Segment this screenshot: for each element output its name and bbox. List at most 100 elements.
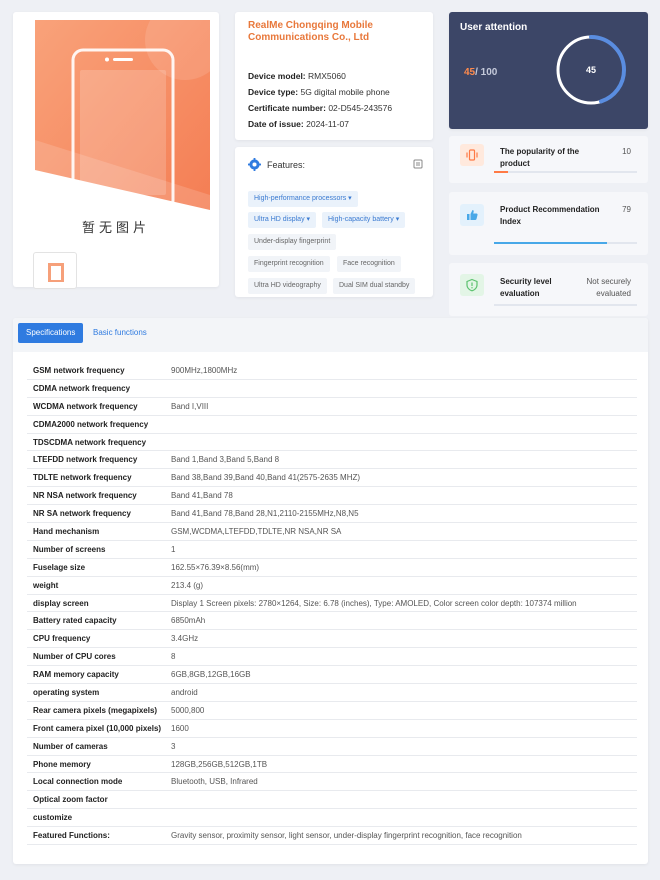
table-row: Hand mechanism GSM,WCDMA,LTEFDD,TDLTE,NR … <box>27 523 637 541</box>
spec-key: weight <box>33 580 59 590</box>
menu-icon[interactable] <box>413 159 423 171</box>
popularity-bar <box>494 171 637 173</box>
spec-key: CPU frequency <box>33 634 91 644</box>
spec-value: Band 38,Band 39,Band 40,Band 41(2575-263… <box>171 473 361 483</box>
thumbnail-phone-icon <box>48 263 64 282</box>
feature-tag[interactable]: High-capacity battery ▾ <box>322 212 406 228</box>
table-row: Battery rated capacity 6850mAh <box>27 612 637 631</box>
spec-key: Number of cameras <box>33 741 108 751</box>
spec-key: NR SA network frequency <box>33 509 131 519</box>
security-value: Not securely evaluated <box>586 277 631 298</box>
table-row: customize <box>27 809 637 828</box>
user-attention-title: User attention <box>460 22 528 33</box>
popularity-value: 10 <box>622 147 631 156</box>
table-row: Fuselage size 162.55×76.39×8.56(mm) <box>27 559 637 577</box>
table-row: Local connection mode Bluetooth, USB, Inf… <box>27 773 637 792</box>
spec-key: Number of screens <box>33 544 106 554</box>
spec-value: 1600 <box>171 723 189 733</box>
product-placeholder-image <box>35 20 210 228</box>
spec-key: GSM network frequency <box>33 366 125 375</box>
spec-key: CDMA2000 network frequency <box>33 419 149 429</box>
recommendation-value: 79 <box>622 205 631 214</box>
thumbs-up-icon <box>460 204 484 226</box>
spec-value: 6850mAh <box>171 616 206 626</box>
spec-key: operating system <box>33 688 100 698</box>
spec-value: 3.4GHz <box>171 634 199 644</box>
spec-key: Featured Functions: <box>33 831 110 841</box>
device-model-row: Device model: RMX5060 <box>248 71 346 81</box>
device-type-row: Device type: 5G digital mobile phone <box>248 87 390 97</box>
spec-value: android <box>171 688 198 698</box>
attention-score: 45/ 100 <box>464 67 497 78</box>
spec-value: Band 41,Band 78 <box>171 491 233 501</box>
table-row: Optical zoom factor <box>27 791 637 810</box>
attention-max: / 100 <box>475 67 498 78</box>
image-thumbnail[interactable] <box>33 252 77 289</box>
popularity-bar-fill <box>494 171 509 173</box>
table-row: Number of screens 1 <box>27 541 637 559</box>
spec-key: Local connection mode <box>33 777 123 787</box>
security-card: Security level evaluation Not securely e… <box>449 263 648 316</box>
popularity-card: The popularity of the product 10 <box>449 136 648 183</box>
gear-icon <box>248 157 261 173</box>
spec-key: LTEFDD network frequency <box>33 455 138 465</box>
spec-value: 5000,800 <box>171 705 205 715</box>
spec-key: Number of CPU cores <box>33 652 116 662</box>
no-image-text: 暂无图片 <box>81 221 150 236</box>
phone-illustration-icon <box>35 20 210 228</box>
spec-value: 128GB,256GB,512GB,1TB <box>171 759 268 769</box>
specifications-card: Specifications Basic functions GSM netwo… <box>13 318 648 864</box>
company-info-card: RealMe Chongqing Mobile Communications C… <box>235 12 433 140</box>
spec-value: Bluetooth, USB, Infrared <box>171 777 258 787</box>
table-row: TDLTE network frequency Band 38,Band 39,B… <box>27 469 637 488</box>
spec-value: Gravity sensor, proximity sensor, light … <box>171 831 522 841</box>
table-row: display screen Display 1 Screen pixels: 2… <box>27 595 637 613</box>
feature-tag: Under-display fingerprint <box>248 234 337 250</box>
features-header: Features: <box>248 155 423 175</box>
spec-value: 8 <box>171 652 176 662</box>
table-row: CDMA network frequency <box>27 380 637 398</box>
recommendation-label: Product Recommendation Index <box>500 205 600 226</box>
table-row: CDMA2000 network frequency <box>27 416 637 434</box>
features-title: Features: <box>267 160 306 170</box>
feature-tag[interactable]: High-performance processors ▾ <box>248 191 358 207</box>
spec-key: Optical zoom factor <box>33 795 108 805</box>
feature-tag: Ultra HD videography <box>248 278 327 294</box>
tab-specifications[interactable]: Specifications <box>18 323 84 343</box>
spec-value: 900MHz,1800MHz <box>171 366 238 375</box>
table-row: operating system android <box>27 684 637 702</box>
tab-basic-functions[interactable]: Basic functions <box>85 323 155 343</box>
spec-key: Rear camera pixels (megapixels) <box>33 705 158 715</box>
spec-key: Fuselage size <box>33 562 86 572</box>
table-row: NR NSA network frequency Band 41,Band 78 <box>27 487 637 506</box>
issue-date-row: Date of issue: 2024-11-07 <box>248 119 349 129</box>
spec-key: RAM memory capacity <box>33 670 119 680</box>
user-attention-card: User attention 45/ 100 45 <box>449 12 648 129</box>
spec-key: CDMA network frequency <box>33 383 131 393</box>
spec-value: Band I,VIII <box>171 401 209 411</box>
recommendation-bar-fill <box>494 242 607 244</box>
certificate-number-row: Certificate number: 02-D545-243576 <box>248 103 393 113</box>
device-info-list: Device model: RMX5060 Device type: 5G di… <box>248 68 392 132</box>
feature-tag[interactable]: Ultra HD display ▾ <box>248 212 317 228</box>
spec-table: GSM network frequency 900MHz,1800MHz CDMA … <box>27 362 637 846</box>
spec-key: WCDMA network frequency <box>33 401 138 411</box>
tab-bar: Specifications Basic functions <box>13 318 648 352</box>
table-row: Phone memory 128GB,256GB,512GB,1TB <box>27 756 637 774</box>
spec-value: Display 1 Screen pixels: 2780×1264, Size… <box>171 598 577 608</box>
feature-tag: Fingerprint recognition <box>248 256 330 272</box>
table-row: CPU frequency 3.4GHz <box>27 630 637 649</box>
vibrate-phone-icon <box>460 144 484 166</box>
shield-icon <box>460 274 484 296</box>
recommendation-card: Product Recommendation Index 79 <box>449 192 648 255</box>
spec-key: customize <box>33 813 73 823</box>
company-name[interactable]: RealMe Chongqing Mobile Communications C… <box>248 20 428 44</box>
security-bar <box>494 304 637 306</box>
attention-gauge-value: 45 <box>586 65 596 75</box>
attention-current: 45 <box>464 67 476 78</box>
feature-tag: Dual SIM dual standby <box>333 278 416 294</box>
table-row: Rear camera pixels (megapixels) 5000,800 <box>27 702 637 720</box>
feature-tag: Face recognition <box>337 256 401 272</box>
spec-value: Band 1,Band 3,Band 5,Band 8 <box>171 455 280 465</box>
table-row: Front camera pixel (10,000 pixels) 1600 <box>27 720 637 738</box>
